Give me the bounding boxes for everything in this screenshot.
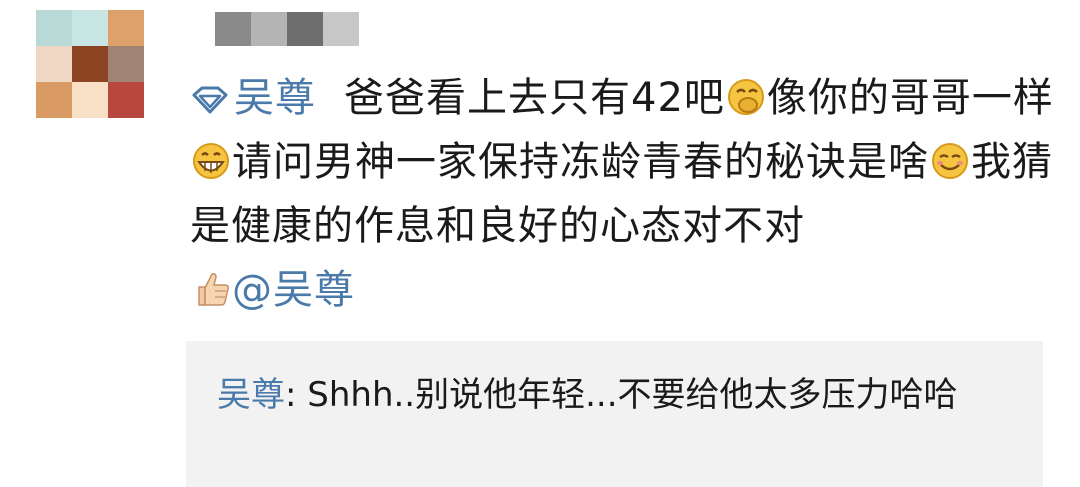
mention-name: 吴尊 <box>234 75 316 121</box>
comment-segment-2: 像你的哥哥一样 <box>766 75 1054 121</box>
grinning-emoji-icon <box>193 143 229 179</box>
at-mention-link[interactable]: @吴尊 <box>232 267 355 313</box>
diamond-vip-icon <box>192 86 228 114</box>
mention-link[interactable]: 吴尊 <box>190 75 316 121</box>
comment-text: 吴尊 爸爸看上去只有42吧 像你的哥哥一样请问男神一家保持冻龄青春的秘诀是啥 我猜是健… <box>190 66 1060 322</box>
thumbs-up-emoji-icon <box>198 273 229 306</box>
reply-content: : Shhh..别说他年轻...不要给他太多压力哈哈 <box>285 375 958 415</box>
commenter-avatar[interactable] <box>36 10 144 118</box>
reply-box[interactable]: 吴尊: Shhh..别说他年轻...不要给他太多压力哈哈 <box>186 341 1043 487</box>
commenter-name-redacted <box>215 12 359 46</box>
smirking-emoji-icon <box>932 143 968 179</box>
thinking-emoji-icon <box>727 79 764 115</box>
comment-segment-1: 爸爸看上去只有42吧 <box>344 75 725 121</box>
reply-text: 吴尊: Shhh..别说他年轻...不要给他太多压力哈哈 <box>217 367 1017 423</box>
reply-author-link[interactable]: 吴尊 <box>217 375 285 415</box>
comment-segment-3: 请问男神一家保持冻龄青春的秘诀是啥 <box>232 139 929 185</box>
